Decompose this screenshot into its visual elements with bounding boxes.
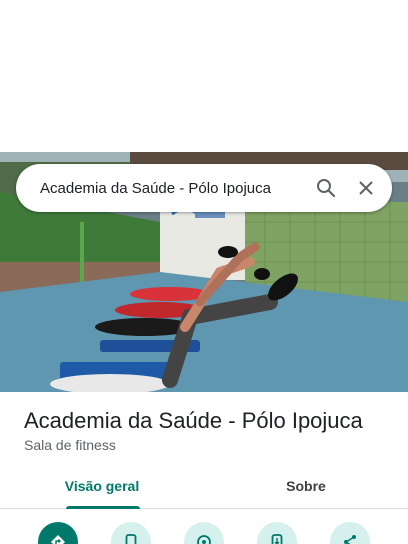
share-button[interactable] <box>330 522 370 544</box>
directions-button[interactable] <box>38 522 78 544</box>
action-buttons <box>0 522 408 544</box>
call-button[interactable] <box>111 522 151 544</box>
search-bar[interactable]: Academia da Saúde - Pólo Ipojuca <box>16 164 392 212</box>
tab-overview[interactable]: Visão geral <box>0 464 204 509</box>
share-icon <box>342 534 358 544</box>
phone-icon <box>124 534 138 544</box>
directions-icon <box>50 534 66 544</box>
place-title: Academia da Saúde - Pólo Ipojuca <box>24 408 363 433</box>
place-category: Sala de fitness <box>24 437 116 453</box>
tab-bar: Visão geral Sobre <box>0 464 408 509</box>
search-icon[interactable] <box>306 168 346 208</box>
close-icon[interactable] <box>346 168 386 208</box>
send-to-phone-icon <box>270 534 284 544</box>
save-button[interactable] <box>184 522 224 544</box>
place-screen: Academia da Saúde - Pólo Ipojuca Academi… <box>0 0 408 544</box>
send-to-phone-button[interactable] <box>257 522 297 544</box>
tab-about[interactable]: Sobre <box>204 464 408 508</box>
search-query-text[interactable]: Academia da Saúde - Pólo Ipojuca <box>16 180 306 197</box>
save-icon <box>196 534 212 544</box>
